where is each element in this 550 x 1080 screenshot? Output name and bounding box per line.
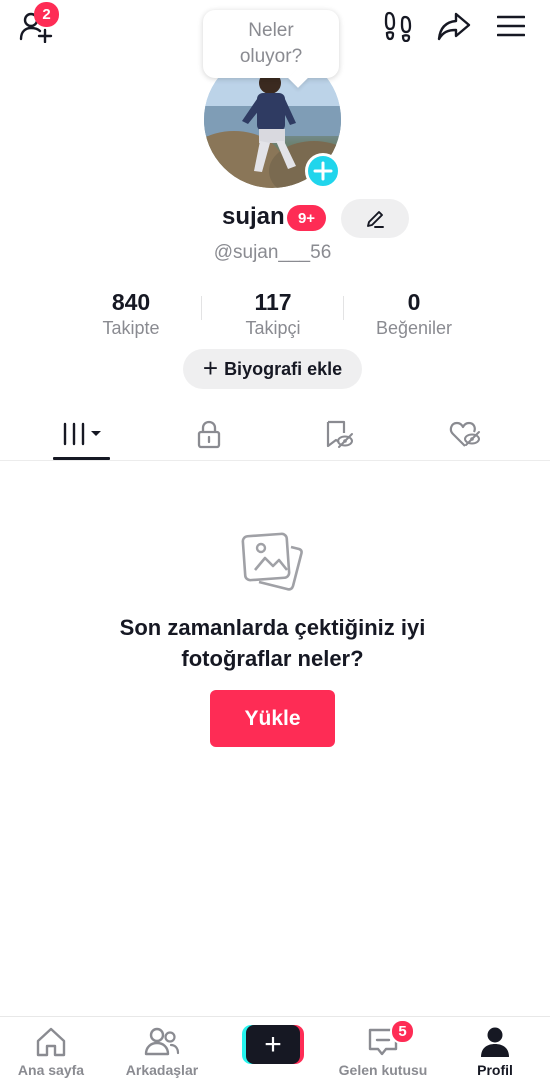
- nav-profile[interactable]: Profil: [440, 1017, 550, 1080]
- status-bubble-line2: oluyor?: [239, 46, 303, 67]
- empty-state-line2: fotoğraflar neler?: [181, 646, 364, 671]
- stat-likes-value: 0: [407, 289, 421, 315]
- add-story-button[interactable]: [305, 153, 341, 189]
- add-bio-button[interactable]: + Biyografi ekle: [183, 349, 362, 389]
- nav-friends-label: Arkadaşlar: [125, 1062, 199, 1078]
- create-button[interactable]: +: [242, 1025, 304, 1064]
- bio-plus: +: [202, 352, 219, 383]
- stat-likes[interactable]: 0 Beğeniler: [344, 288, 484, 340]
- stat-following[interactable]: 840 Takipte: [61, 288, 201, 340]
- add-friends-badge: 2: [34, 2, 59, 27]
- footprints-icon: [384, 11, 412, 42]
- photos-icon: [241, 530, 305, 594]
- nav-inbox[interactable]: Gelen kutusu: [328, 1017, 438, 1080]
- inbox-badge: 5: [390, 1019, 415, 1044]
- tab-private[interactable]: [180, 410, 237, 458]
- bookmark-hidden-icon: [326, 420, 353, 448]
- stat-followers-label: Takipçi: [245, 318, 301, 338]
- hamburger-menu-icon: [497, 15, 525, 37]
- stat-following-value: 840: [111, 289, 151, 315]
- display-name: sujan: [222, 203, 285, 230]
- username-handle: @sujan___56: [213, 242, 332, 263]
- name-badge[interactable]: 9+: [287, 205, 326, 231]
- home-icon: [36, 1027, 66, 1057]
- stat-likes-label: Beğeniler: [375, 318, 453, 338]
- create-plus-icon: +: [246, 1025, 300, 1064]
- stat-followers[interactable]: 117 Takipçi: [203, 288, 343, 340]
- stat-following-label: Takipte: [102, 318, 160, 338]
- share-button[interactable]: [434, 6, 474, 46]
- status-bubble-line1: Neler: [248, 20, 294, 41]
- upload-button[interactable]: Yükle: [210, 690, 335, 747]
- add-bio-label: Biyografi ekle: [224, 358, 343, 379]
- videos-grid-icon: [63, 422, 101, 446]
- status-bubble[interactable]: Neler oluyor?: [203, 10, 339, 78]
- edit-profile-button[interactable]: [341, 199, 409, 238]
- empty-state-message: Son zamanlarda çektiğiniz iyi fotoğrafla…: [0, 612, 545, 674]
- footprints-button[interactable]: [380, 8, 416, 44]
- nav-home[interactable]: Ana sayfa: [0, 1017, 106, 1080]
- nav-profile-label: Profil: [477, 1062, 513, 1078]
- nav-friends[interactable]: Arkadaşlar: [107, 1017, 217, 1080]
- plus-icon: [313, 161, 333, 181]
- empty-state-line1: Son zamanlarda çektiğiniz iyi: [119, 615, 426, 640]
- tab-videos[interactable]: [53, 410, 110, 458]
- profile-icon: [481, 1027, 509, 1057]
- stat-followers-value: 117: [254, 289, 292, 315]
- lock-icon: [197, 420, 220, 449]
- friends-icon: [144, 1027, 180, 1056]
- nav-home-label: Ana sayfa: [17, 1062, 85, 1078]
- heart-hidden-icon: [449, 421, 480, 447]
- pencil-icon: [367, 210, 384, 228]
- tab-liked[interactable]: [436, 410, 493, 458]
- stat-divider: [201, 296, 202, 320]
- nav-inbox-label: Gelen kutusu: [338, 1062, 428, 1078]
- tab-divider: [0, 460, 550, 461]
- share-arrow-icon: [437, 12, 471, 41]
- menu-button[interactable]: [492, 8, 530, 44]
- tab-reposts[interactable]: [310, 410, 367, 458]
